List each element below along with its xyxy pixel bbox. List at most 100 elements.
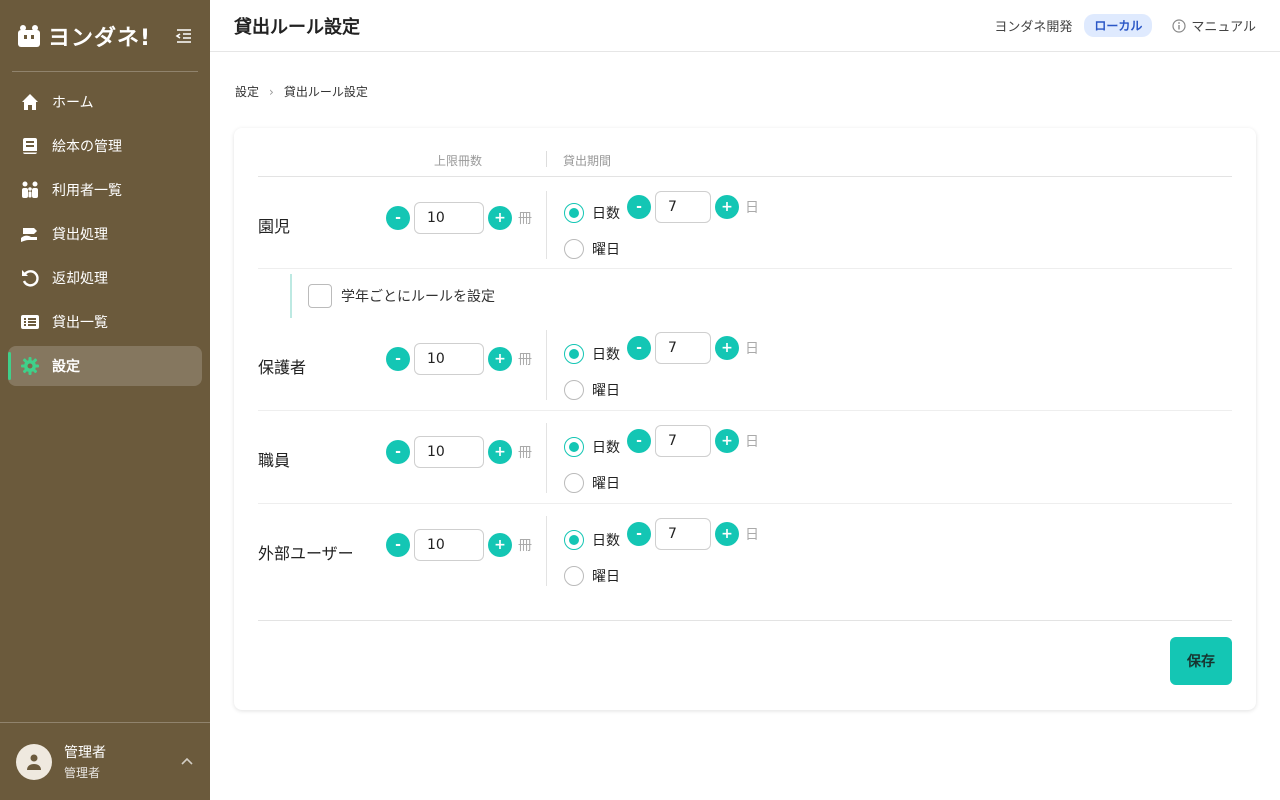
increment-button[interactable]: + [715, 336, 739, 360]
grade-rule-option: 学年ごとにルールを設定 [290, 274, 495, 318]
sidebar-item-label: 貸出処理 [52, 227, 108, 243]
rule-row-staff: 職員 - + 冊 日数 - + 日 曜日 [258, 411, 1232, 504]
breadcrumb: 設定 › 貸出ルール設定 [235, 83, 368, 100]
app-logo[interactable]: ヨンダネ! [16, 20, 151, 52]
limit-input[interactable] [414, 529, 484, 561]
limit-input[interactable] [414, 343, 484, 375]
radio-weekday[interactable]: 曜日 [564, 380, 620, 400]
rule-row-label: 園児 [258, 217, 291, 236]
user-menu[interactable]: 管理者 管理者 [0, 722, 210, 800]
decrement-button[interactable]: - [386, 206, 410, 230]
sidebar-item-lend[interactable]: 貸出処理 [8, 214, 202, 254]
decrement-button[interactable]: - [627, 336, 651, 360]
rule-row-children: 園児 - + 冊 日数 - + 日 曜日 [258, 177, 1232, 269]
save-button[interactable]: 保存 [1170, 637, 1232, 685]
collapse-sidebar-icon[interactable] [174, 26, 194, 46]
info-icon [1172, 18, 1186, 33]
sidebar-item-return[interactable]: 返却処理 [8, 258, 202, 298]
sidebar-item-label: 利用者一覧 [52, 183, 122, 199]
hand-lend-icon [20, 224, 40, 244]
radio-label: 曜日 [592, 383, 620, 399]
book-icon [20, 136, 40, 156]
limit-input[interactable] [414, 202, 484, 234]
radio-weekday[interactable]: 曜日 [564, 239, 620, 259]
user-name: 管理者 [64, 745, 106, 761]
radio-label: 曜日 [592, 476, 620, 492]
grade-rule-label: 学年ごとにルールを設定 [341, 289, 495, 305]
unit-books: 冊 [518, 352, 532, 368]
radio-circle [564, 239, 584, 259]
days-input[interactable] [655, 425, 711, 457]
increment-button[interactable]: + [715, 522, 739, 546]
radio-weekday[interactable]: 曜日 [564, 473, 620, 493]
users-icon [20, 180, 40, 200]
decrement-button[interactable]: - [627, 195, 651, 219]
breadcrumb-current: 貸出ルール設定 [283, 85, 368, 99]
unit-days: 日 [745, 341, 759, 357]
sidebar-item-settings[interactable]: 設定 [8, 346, 202, 386]
rule-row-label: 保護者 [258, 358, 307, 377]
unit-books: 冊 [518, 445, 532, 461]
column-header-divider [546, 151, 547, 167]
unit-days: 日 [745, 434, 759, 450]
sidebar-item-books[interactable]: 絵本の管理 [8, 126, 202, 166]
increment-button[interactable]: + [488, 206, 512, 230]
increment-button[interactable]: + [488, 440, 512, 464]
rule-row-label: 外部ユーザー [258, 544, 354, 563]
increment-button[interactable]: + [488, 533, 512, 557]
rule-row-guardians: 保護者 - + 冊 日数 - + 日 曜日 [258, 318, 1232, 411]
increment-button[interactable]: + [715, 195, 739, 219]
days-input[interactable] [655, 191, 711, 223]
radio-label: 日数 [592, 347, 620, 363]
user-role: 管理者 [64, 766, 101, 780]
decrement-button[interactable]: - [627, 522, 651, 546]
env-badge: ローカル [1084, 14, 1153, 37]
radio-days[interactable]: 日数 [564, 530, 620, 550]
top-header: 貸出ルール設定 ヨンダネ開発 ローカル マニュアル [210, 0, 1280, 52]
radio-days[interactable]: 日数 [564, 437, 620, 457]
decrement-button[interactable]: - [386, 533, 410, 557]
decrement-button[interactable]: - [386, 347, 410, 371]
days-stepper: - + 日 [627, 332, 759, 364]
increment-button[interactable]: + [488, 347, 512, 371]
limit-input[interactable] [414, 436, 484, 468]
sidebar-item-lend-list[interactable]: 貸出一覧 [8, 302, 202, 342]
column-header-period: 貸出期間 [563, 154, 612, 168]
row-divider [546, 330, 547, 400]
unit-books: 冊 [518, 538, 532, 554]
breadcrumb-parent[interactable]: 設定 [235, 83, 259, 100]
sidebar-item-label: 絵本の管理 [52, 139, 122, 155]
days-stepper: - + 日 [627, 518, 759, 550]
limit-stepper: - + 冊 [386, 436, 532, 468]
radio-days[interactable]: 日数 [564, 203, 620, 223]
days-input[interactable] [655, 518, 711, 550]
manual-label: マニュアル [1191, 20, 1256, 35]
radio-circle [564, 473, 584, 493]
sidebar-item-users[interactable]: 利用者一覧 [8, 170, 202, 210]
radio-label: 日数 [592, 206, 620, 222]
sidebar-item-label: 返却処理 [52, 271, 108, 287]
decrement-button[interactable]: - [386, 440, 410, 464]
decrement-button[interactable]: - [627, 429, 651, 453]
header-right: ヨンダネ開発 ローカル マニュアル [994, 14, 1256, 37]
row-divider [546, 516, 547, 586]
sidebar-item-home[interactable]: ホーム [8, 82, 202, 122]
manual-link[interactable]: マニュアル [1172, 16, 1256, 35]
radio-label: 日数 [592, 533, 620, 549]
row-divider [546, 423, 547, 493]
days-stepper: - + 日 [627, 425, 759, 457]
unit-days: 日 [745, 200, 759, 216]
grade-rule-checkbox[interactable] [308, 284, 332, 308]
radio-days[interactable]: 日数 [564, 344, 620, 364]
radio-weekday[interactable]: 曜日 [564, 566, 620, 586]
unit-days: 日 [745, 527, 759, 543]
footer-divider [258, 620, 1232, 621]
increment-button[interactable]: + [715, 429, 739, 453]
user-icon [27, 754, 41, 770]
sidebar-nav: ホーム 絵本の管理 利用者一覧 貸出処理 返却処理 貸出一覧 設定 [0, 72, 210, 386]
return-icon [20, 268, 40, 288]
days-input[interactable] [655, 332, 711, 364]
radio-circle [564, 566, 584, 586]
limit-stepper: - + 冊 [386, 202, 532, 234]
radio-label: 日数 [592, 440, 620, 456]
